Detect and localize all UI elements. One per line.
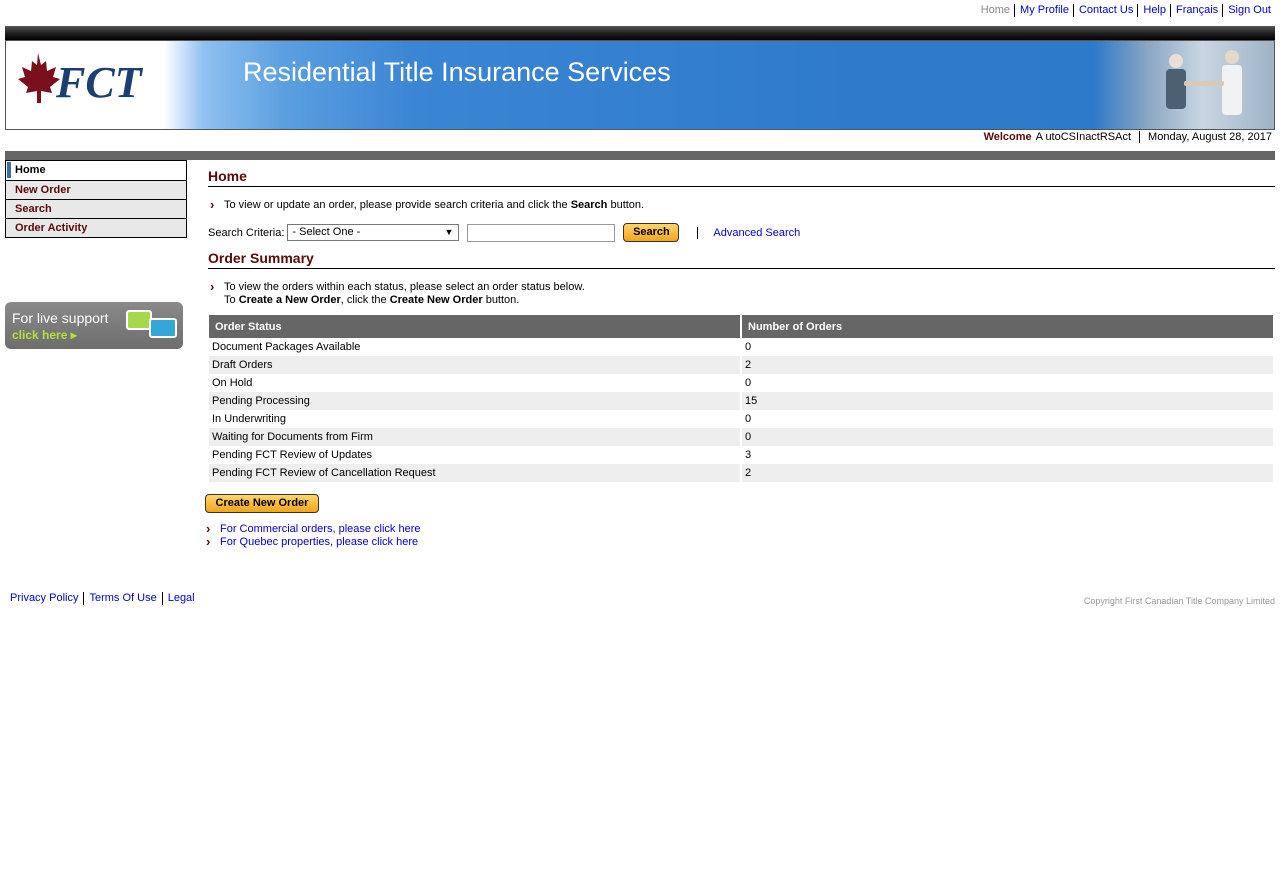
table-header-row: Order Status Number of Orders — [209, 315, 1275, 338]
nav-item-search[interactable]: Search — [6, 199, 186, 218]
order-status-cell[interactable]: Draft Orders — [209, 356, 742, 374]
table-row[interactable]: On Hold 0 — [209, 374, 1275, 392]
dropdown-arrow-icon: ▼ — [444, 227, 454, 237]
chat-bubble-icon-2 — [149, 318, 177, 338]
table-row[interactable]: Waiting for Documents from Firm 0 — [209, 428, 1275, 446]
search-row: Search Criteria: - Select One - ▼ Search… — [208, 223, 800, 242]
table-row[interactable]: Draft Orders 2 — [209, 356, 1275, 374]
live-support-label: For live support — [12, 310, 109, 326]
table-row[interactable]: Document Packages Available 0 — [209, 338, 1275, 356]
current-date: Monday, August 28, 2017 — [1139, 131, 1272, 143]
order-summary-table: Order Status Number of Orders Document P… — [209, 315, 1275, 482]
search-select-value: - Select One - — [292, 226, 361, 238]
header-banner: FCT Residential Title Insurance Services — [5, 40, 1275, 130]
column-header-number-of-orders: Number of Orders — [741, 315, 1275, 338]
summary-line-2: To Create a New Order, click the Create … — [224, 294, 585, 307]
nav-item-new-order[interactable]: New Order — [6, 180, 186, 199]
maple-leaf-icon — [18, 53, 60, 103]
search-instruction: To view or update an order, please provi… — [208, 198, 645, 212]
fct-logo[interactable]: FCT — [6, 41, 164, 129]
summary-instructions: To view the orders within each status, p… — [208, 280, 585, 307]
footer-link-terms-of-use[interactable]: Terms Of Use — [83, 592, 161, 605]
order-status-cell[interactable]: Document Packages Available — [209, 338, 742, 356]
page-banner-title: Residential Title Insurance Services — [243, 57, 671, 87]
search-instruction-text: To view or update an order, please provi… — [224, 199, 571, 211]
search-instruction-end: button. — [607, 199, 645, 211]
order-count-cell: 15 — [741, 392, 1275, 410]
order-count-cell: 3 — [741, 446, 1275, 464]
summary-line-2-c: , click the — [340, 294, 390, 306]
quebec-properties-link[interactable]: For Quebec properties, please click here — [204, 535, 418, 549]
header-gray-bar — [5, 151, 1275, 160]
order-status-cell[interactable]: On Hold — [209, 374, 742, 392]
table-row[interactable]: In Underwriting 0 — [209, 410, 1275, 428]
footer-link-privacy-policy[interactable]: Privacy Policy — [10, 592, 83, 605]
live-support-click-here: click here ▸ — [12, 328, 77, 342]
search-button[interactable]: Search — [623, 223, 680, 242]
summary-line-2-b: Create a New Order — [238, 294, 341, 306]
commercial-orders-link-text[interactable]: For Commercial orders, please click here — [220, 523, 421, 535]
table-row[interactable]: Pending FCT Review of Updates 3 — [209, 446, 1275, 464]
top-link-sign-out[interactable]: Sign Out — [1222, 4, 1275, 17]
top-link-francais[interactable]: Français — [1170, 4, 1222, 17]
table-row[interactable]: Pending Processing 15 — [209, 392, 1275, 410]
top-link-home[interactable]: Home — [976, 4, 1014, 17]
order-count-cell: 0 — [741, 428, 1275, 446]
order-status-cell[interactable]: Pending Processing — [209, 392, 742, 410]
divider — [697, 226, 699, 239]
top-link-my-profile[interactable]: My Profile — [1014, 4, 1073, 17]
page-title: Home — [208, 168, 1275, 187]
order-count-cell: 0 — [741, 410, 1275, 428]
footer-link-legal[interactable]: Legal — [161, 592, 200, 605]
summary-line-2-a: To — [224, 294, 239, 306]
order-status-cell[interactable]: Pending FCT Review of Cancellation Reque… — [209, 464, 742, 482]
commercial-orders-link[interactable]: For Commercial orders, please click here — [204, 522, 421, 536]
welcome-user: A utoCSInactRSAct — [1035, 131, 1132, 143]
column-header-order-status: Order Status — [209, 315, 742, 338]
top-links: Home My Profile Contact Us Help Français… — [976, 4, 1275, 17]
order-count-cell: 2 — [741, 356, 1275, 374]
nav-item-order-activity[interactable]: Order Activity — [6, 218, 186, 237]
search-criteria-select[interactable]: - Select One - ▼ — [287, 224, 460, 241]
search-criteria-label: Search Criteria: — [208, 226, 285, 239]
search-input[interactable] — [467, 223, 616, 242]
svg-text:FCT: FCT — [55, 58, 144, 107]
order-count-cell: 0 — [741, 338, 1275, 356]
summary-line-2-e: button. — [482, 294, 520, 306]
order-status-cell[interactable]: Waiting for Documents from Firm — [209, 428, 742, 446]
order-count-cell: 2 — [741, 464, 1275, 482]
welcome-label: Welcome — [983, 131, 1032, 143]
search-instruction-bold: Search — [570, 199, 608, 211]
quebec-properties-link-text[interactable]: For Quebec properties, please click here — [220, 536, 418, 548]
create-new-order-button[interactable]: Create New Order — [205, 494, 319, 513]
handshake-photo — [1094, 41, 1274, 129]
copyright-text: Copyright First Canadian Title Company L… — [1083, 596, 1275, 606]
order-count-cell: 0 — [741, 374, 1275, 392]
nav-item-home[interactable]: Home — [6, 161, 186, 180]
top-link-help[interactable]: Help — [1137, 4, 1170, 17]
footer-links: Privacy Policy Terms Of Use Legal — [10, 592, 200, 605]
welcome-bar: Welcome A utoCSInactRSAct Monday, August… — [984, 131, 1272, 143]
top-link-contact-us[interactable]: Contact Us — [1072, 4, 1137, 17]
order-summary-title: Order Summary — [208, 250, 1275, 269]
left-nav: Home New Order Search Order Activity — [5, 160, 187, 238]
summary-line-1: To view the orders within each status, p… — [224, 281, 585, 293]
table-row[interactable]: Pending FCT Review of Cancellation Reque… — [209, 464, 1275, 482]
header-top-bar — [5, 26, 1275, 40]
order-status-cell[interactable]: In Underwriting — [209, 410, 742, 428]
summary-line-2-d: Create New Order — [389, 294, 483, 306]
advanced-search-link[interactable]: Advanced Search — [713, 227, 800, 239]
live-support-button[interactable]: For live support click here ▸ — [5, 302, 183, 349]
order-status-cell[interactable]: Pending FCT Review of Updates — [209, 446, 742, 464]
